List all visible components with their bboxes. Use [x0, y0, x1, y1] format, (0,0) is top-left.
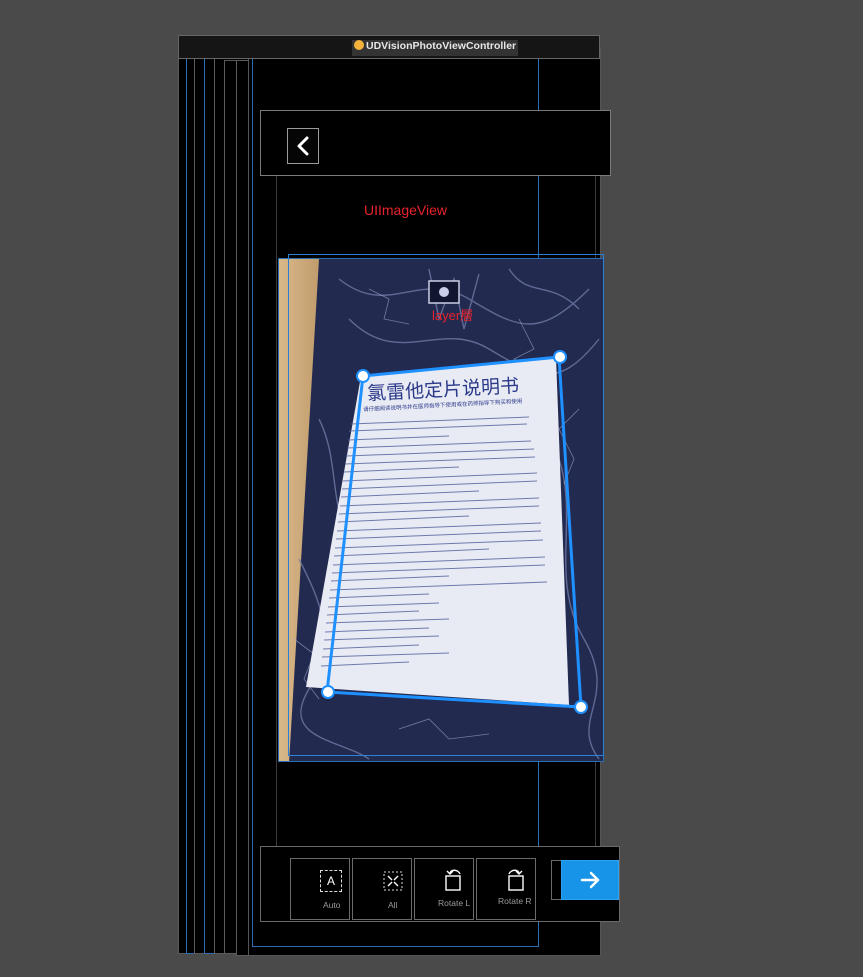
image-view-label: UIImageView: [364, 202, 448, 218]
auto-button-label: Auto: [323, 900, 341, 910]
arrow-right-icon: [580, 871, 600, 889]
rotate-right-icon: [503, 866, 527, 892]
all-button-label: All: [388, 900, 398, 910]
chevron-left-icon: [297, 136, 309, 156]
view-controller-icon: [354, 40, 364, 50]
window-title: UDVisionPhotoViewController: [352, 40, 519, 56]
window-title-text: UDVisionPhotoViewController: [366, 40, 517, 52]
next-button[interactable]: [561, 860, 619, 900]
rotate-left-label: Rotate L: [438, 898, 471, 908]
back-button[interactable]: [287, 128, 319, 164]
rotate-right-label: Rotate R: [498, 896, 532, 906]
select-all-icon: [382, 870, 404, 892]
image-view-frame: [288, 254, 604, 756]
layer-label: layer層: [432, 308, 474, 323]
rotate-left-icon: [442, 866, 466, 892]
auto-crop-icon: A: [320, 870, 342, 892]
